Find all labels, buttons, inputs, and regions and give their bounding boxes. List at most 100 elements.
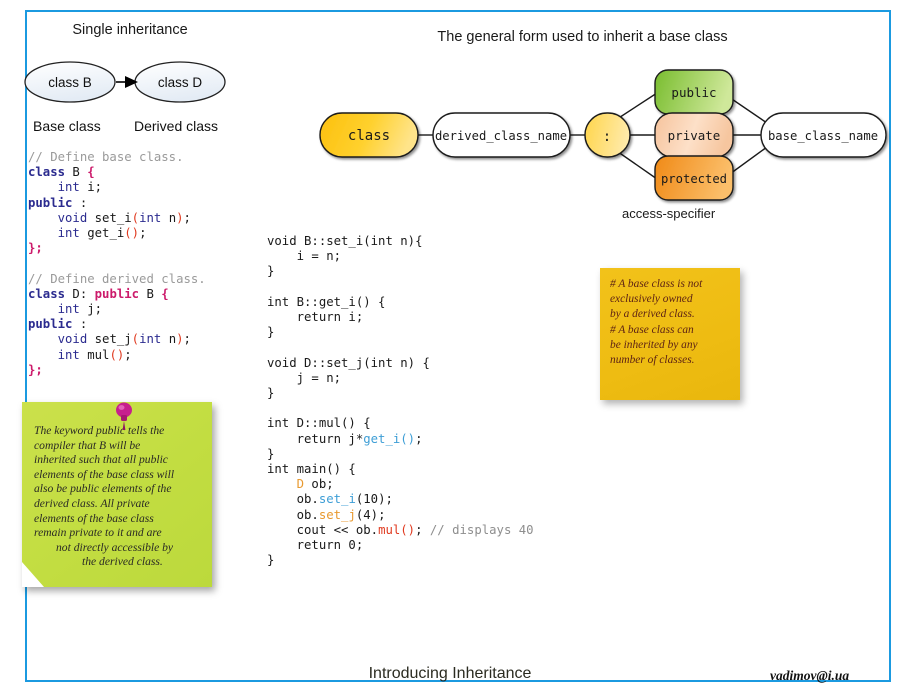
code-token: return i; xyxy=(267,310,364,325)
code-token: void xyxy=(57,332,88,347)
code-line: D ob; xyxy=(267,477,534,492)
code-token: } xyxy=(267,264,275,279)
code-token: (10); xyxy=(355,492,393,507)
code-token: n xyxy=(161,210,177,225)
code-line: return i; xyxy=(267,310,534,325)
code-token: ob. xyxy=(267,507,319,522)
code-token: get_i xyxy=(79,226,125,241)
code-token: : xyxy=(72,317,88,332)
code-line: void set_j(int n); xyxy=(28,332,206,347)
footer-email: vadimov@i.ua xyxy=(770,668,850,683)
sticky-note-yellow-line: be inherited by any xyxy=(610,338,698,351)
code-token: int main() { xyxy=(267,462,356,477)
code-token: set_j xyxy=(87,332,132,347)
code-token: } xyxy=(267,446,275,461)
code-token: int xyxy=(57,226,80,241)
code-token: }; xyxy=(28,241,43,256)
code-token: int xyxy=(139,332,162,347)
code-token: class xyxy=(28,165,66,180)
code-token: ( xyxy=(131,332,140,347)
code-token: int D::mul() { xyxy=(267,416,371,431)
access-specifier-caption: access-specifier xyxy=(622,206,716,221)
code-line: j = n; xyxy=(267,371,534,386)
code-token: int xyxy=(57,180,80,195)
general-form-title: The general form used to inherit a base … xyxy=(437,29,728,45)
code-line: public : xyxy=(28,317,206,332)
code-token: ; xyxy=(124,347,132,362)
general-form-diagram: class derived_class_name : public privat… xyxy=(319,69,887,201)
code-token: ob. xyxy=(267,492,319,507)
code-token: set_j xyxy=(318,507,356,522)
node-class-label: class xyxy=(348,128,390,144)
code-token: ) xyxy=(176,210,184,225)
sticky-note-green-line: the derived class. xyxy=(82,555,163,569)
code-line: int main() { xyxy=(267,462,534,477)
sticky-note-yellow-line: exclusively owned xyxy=(610,293,693,306)
code-line: // Define base class. xyxy=(28,150,206,165)
slide-canvas: Single inheritance class B class D Base … xyxy=(0,0,900,700)
code-token: } xyxy=(267,553,275,568)
code-token: n xyxy=(161,332,177,347)
code-token: void B::set_i(int n){ xyxy=(267,234,423,248)
code-token: public xyxy=(28,195,73,210)
code-token: void xyxy=(57,210,88,225)
code-token: set_i xyxy=(318,492,356,507)
code-line: class B { xyxy=(28,165,206,180)
sticky-note-green-line: remain private to it and are xyxy=(34,526,162,540)
code-block-member-functions: void B::set_i(int n){ i = n;} int B::get… xyxy=(267,234,534,568)
code-line: } xyxy=(267,325,534,340)
code-token: i = n; xyxy=(267,249,342,264)
code-token: int xyxy=(57,302,80,317)
code-line: int j; xyxy=(28,302,206,317)
sticky-note-yellow-line: number of classes. xyxy=(610,354,695,367)
code-token: // Define derived class. xyxy=(28,271,206,286)
base-class-ellipse-label: class B xyxy=(48,75,92,90)
code-token: ob; xyxy=(304,477,334,492)
code-token: ; xyxy=(415,431,423,446)
sticky-note-green-line: inherited such that all public xyxy=(34,453,168,467)
code-token: mul() xyxy=(378,522,416,537)
code-token: return j* xyxy=(267,431,364,446)
node-colon-label: : xyxy=(603,129,611,145)
code-token: : xyxy=(72,195,88,210)
code-token: D xyxy=(296,477,305,492)
code-token: B xyxy=(65,165,88,180)
code-token: () xyxy=(124,226,140,241)
code-line: public : xyxy=(28,196,206,211)
code-token: public xyxy=(94,286,140,301)
code-line: cout << ob.mul(); // displays 40 xyxy=(267,523,534,538)
node-protected-label: protected xyxy=(661,172,727,186)
node-private-label: private xyxy=(668,128,721,143)
code-token: ; xyxy=(183,210,191,225)
code-line: ob.set_j(4); xyxy=(267,508,534,523)
code-token: j = n; xyxy=(267,370,342,385)
code-token: public xyxy=(28,317,73,332)
code-line: } xyxy=(267,264,534,279)
code-line: void D::set_j(int n) { xyxy=(267,356,534,371)
code-block-class-definitions: // Define base class. class B { int i; pub… xyxy=(28,150,206,378)
node-derived-class-name-label: derived_class_name xyxy=(435,129,567,143)
code-token: cout << ob. xyxy=(267,522,379,537)
code-token: ; xyxy=(139,226,147,241)
code-line: return 0; xyxy=(267,538,534,553)
sticky-note-green-line: also be public elements of the xyxy=(34,482,172,496)
code-line: i = n; xyxy=(267,249,534,264)
code-line: class D: public B { xyxy=(28,287,206,302)
code-line: }; xyxy=(28,241,206,256)
sticky-note-green-fold xyxy=(22,562,44,587)
code-line: return j*get_i(); xyxy=(267,432,534,447)
code-line: } xyxy=(267,447,534,462)
code-token: set_i xyxy=(87,210,132,225)
code-line: int mul(); xyxy=(28,348,206,363)
code-token: ) xyxy=(176,332,184,347)
code-token: }; xyxy=(28,362,43,377)
code-token: int xyxy=(57,347,80,362)
